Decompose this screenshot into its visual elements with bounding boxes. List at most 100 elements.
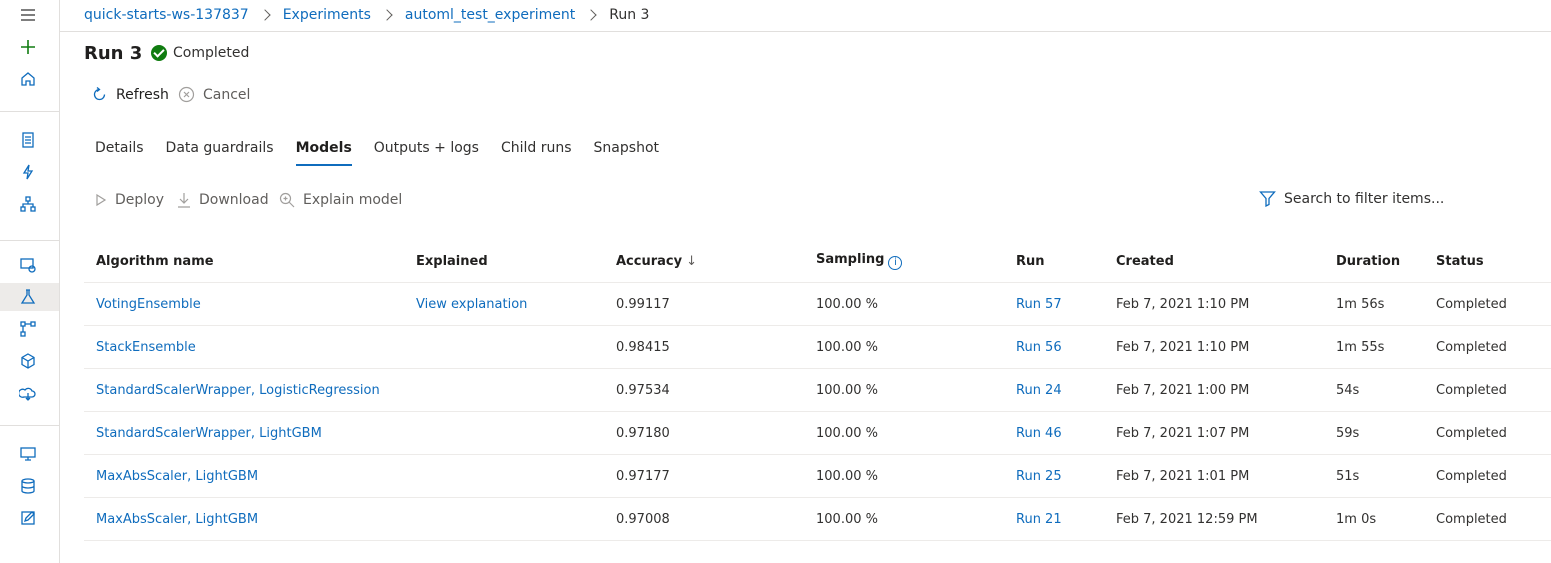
breadcrumb-workspace[interactable]: quick-starts-ws-137837 [84,7,249,23]
created-value: Feb 7, 2021 1:10 PM [1116,296,1250,312]
view-explanation-link[interactable]: View explanation [404,297,604,312]
created-value: Feb 7, 2021 1:01 PM [1116,468,1250,484]
sampling-value: 100.00 % [816,511,878,527]
status-value: Completed [1436,339,1507,355]
run-link[interactable]: Run 24 [1004,383,1104,398]
table-row: StandardScalerWrapper, LogisticRegressio… [84,369,1551,412]
run-link[interactable]: Run 21 [1004,512,1104,527]
duration-value: 1m 55s [1336,339,1385,355]
sampling-value: 100.00 % [816,468,878,484]
compute-icon[interactable] [17,443,39,465]
header-status[interactable]: Status [1424,254,1551,269]
notebooks-icon[interactable] [17,129,39,151]
cancel-circle-icon [178,86,195,103]
deploy-label: Deploy [115,192,165,208]
created-value: Feb 7, 2021 1:10 PM [1116,339,1250,355]
pipelines-icon[interactable] [17,318,39,340]
rail-divider [0,425,59,426]
run-link[interactable]: Run 25 [1004,469,1104,484]
left-nav-rail [0,0,60,563]
sampling-value: 100.00 % [816,425,878,441]
hamburger-menu-icon[interactable] [17,4,39,26]
duration-value: 59s [1336,425,1360,441]
refresh-button[interactable]: Refresh [91,86,169,103]
created-value: Feb 7, 2021 12:59 PM [1116,511,1258,527]
status-badge: Completed [151,45,249,61]
table-row: MaxAbsScaler, LightGBM 0.97008 100.00 % … [84,498,1551,541]
create-new-plus-icon[interactable] [17,36,39,58]
tab-details[interactable]: Details [84,138,155,166]
duration-value: 1m 0s [1336,511,1377,527]
algorithm-link[interactable]: StandardScalerWrapper, LightGBM [84,426,404,441]
check-circle-icon [151,45,167,61]
top-bar: quick-starts-ws-137837 Experiments autom… [60,0,1551,32]
cancel-label: Cancel [203,86,251,103]
breadcrumb-experiment[interactable]: automl_test_experiment [405,7,575,23]
tab-snapshot[interactable]: Snapshot [583,138,670,166]
filter-icon [1259,190,1276,207]
algorithm-link[interactable]: VotingEnsemble [84,297,404,312]
data-labeling-icon[interactable] [17,507,39,529]
models-icon[interactable] [17,350,39,372]
header-algorithm-name[interactable]: Algorithm name [84,254,404,269]
accuracy-value: 0.97534 [616,382,670,398]
table-row: StackEnsemble 0.98415 100.00 % Run 56 Fe… [84,326,1551,369]
algorithm-link[interactable]: MaxAbsScaler, LightGBM [84,512,404,527]
algorithm-link[interactable]: MaxAbsScaler, LightGBM [84,469,404,484]
header-duration[interactable]: Duration [1324,254,1424,269]
header-accuracy[interactable]: Accuracy ↓ [604,254,804,269]
tab-data-guardrails[interactable]: Data guardrails [155,138,285,166]
accuracy-value: 0.98415 [616,339,670,355]
home-icon[interactable] [17,68,39,90]
run-link[interactable]: Run 46 [1004,426,1104,441]
designer-icon[interactable] [17,193,39,215]
header-run[interactable]: Run [1004,254,1104,269]
rail-divider [0,240,59,241]
endpoints-icon[interactable] [17,382,39,404]
explain-model-button[interactable]: Explain model [279,192,402,208]
deploy-button[interactable]: Deploy [95,192,164,208]
duration-value: 54s [1336,382,1360,398]
search-placeholder: Search to filter items... [1284,190,1445,207]
algorithm-link[interactable]: StackEnsemble [84,340,404,355]
run-link[interactable]: Run 56 [1004,340,1104,355]
status-value: Completed [1436,511,1507,527]
duration-value: 1m 56s [1336,296,1385,312]
accuracy-value: 0.99117 [616,296,670,312]
algorithm-link[interactable]: StandardScalerWrapper, LogisticRegressio… [84,383,404,398]
header-created[interactable]: Created [1104,254,1324,269]
datasets-icon[interactable] [17,254,39,276]
accuracy-value: 0.97177 [616,468,670,484]
table-header: Algorithm name Explained Accuracy ↓ Sampl… [84,240,1551,283]
sampling-value: 100.00 % [816,296,878,312]
page-title: Run 3 [84,43,143,64]
play-icon [95,193,107,207]
status-value: Completed [1436,425,1507,441]
info-icon[interactable]: i [888,256,903,270]
breadcrumb-experiments[interactable]: Experiments [283,7,371,23]
chevron-right-icon [381,9,393,21]
status-label: Completed [173,45,250,61]
experiments-icon[interactable] [17,286,39,308]
tab-outputs-logs[interactable]: Outputs + logs [363,138,490,166]
header-explained[interactable]: Explained [404,254,604,269]
breadcrumb-current-run: Run 3 [609,7,650,23]
tab-models[interactable]: Models [285,138,363,166]
cancel-button[interactable]: Cancel [178,86,250,103]
created-value: Feb 7, 2021 1:07 PM [1116,425,1250,441]
table-row: VotingEnsemble View explanation 0.99117 … [84,283,1551,326]
table-row: StandardScalerWrapper, LightGBM 0.97180 … [84,412,1551,455]
zoom-in-icon [279,192,295,208]
refresh-label: Refresh [116,86,169,103]
header-sampling[interactable]: Sampling i [804,252,1004,270]
tab-child-runs[interactable]: Child runs [490,138,583,166]
automated-ml-icon[interactable] [17,161,39,183]
download-button[interactable]: Download [177,192,269,208]
filter-search-box[interactable]: Search to filter items... [1259,190,1444,207]
sort-descending-icon: ↓ [686,253,697,269]
run-link[interactable]: Run 57 [1004,297,1104,312]
status-value: Completed [1436,382,1507,398]
datastores-icon[interactable] [17,475,39,497]
run-tabs: Details Data guardrails Models Outputs +… [84,138,670,166]
chevron-right-icon [259,9,271,21]
